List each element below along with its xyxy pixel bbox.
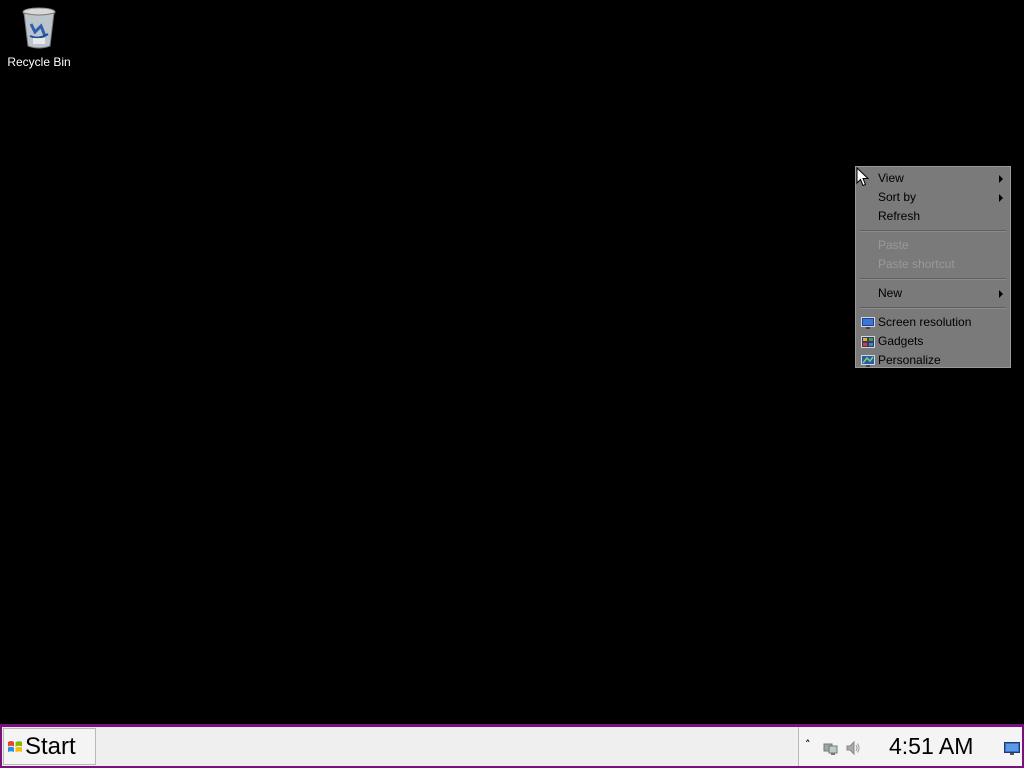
personalize-icon [861, 354, 875, 367]
clock[interactable]: 4:51 AM [889, 733, 973, 760]
menu-item-label: View [878, 171, 904, 185]
show-desktop-icon[interactable] [1004, 741, 1020, 755]
menu-item-label: Sort by [878, 190, 917, 204]
menu-item-label: New [878, 286, 903, 300]
start-button[interactable]: Start [3, 728, 96, 765]
menu-item-label: Refresh [878, 209, 921, 223]
menu-item-personalize[interactable]: Personalize [856, 351, 1010, 370]
submenu-arrow-icon [999, 194, 1003, 202]
desktop-context-menu: View Sort by Refresh Paste Paste shortcu… [855, 166, 1011, 368]
recycle-bin-icon [21, 6, 57, 50]
menu-separator [860, 230, 1006, 232]
taskbar: Start ˄ 4:51 AM [0, 724, 1024, 768]
menu-item-gadgets[interactable]: Gadgets [856, 332, 1010, 351]
start-label: Start [25, 732, 76, 760]
mouse-cursor-icon [856, 166, 870, 187]
submenu-arrow-icon [999, 290, 1003, 298]
menu-item-new[interactable]: New [856, 284, 1010, 303]
menu-item-refresh[interactable]: Refresh [856, 207, 1010, 226]
desktop-icon-recycle-bin[interactable]: Recycle Bin [4, 6, 74, 76]
menu-item-paste-shortcut: Paste shortcut [856, 255, 1010, 274]
network-icon[interactable] [823, 741, 839, 755]
menu-item-label: Screen resolution [878, 315, 972, 329]
menu-item-paste: Paste [856, 236, 1010, 255]
menu-item-label: Gadgets [878, 334, 924, 348]
menu-separator [860, 307, 1006, 309]
show-hidden-icons-icon[interactable]: ˄ [805, 738, 811, 751]
windows-logo-icon [7, 739, 23, 755]
volume-icon[interactable] [845, 740, 861, 756]
submenu-arrow-icon [999, 175, 1003, 183]
gadgets-icon [861, 335, 875, 348]
menu-item-label: Paste [878, 238, 909, 252]
menu-item-screen-resolution[interactable]: Screen resolution [856, 313, 1010, 332]
menu-separator [860, 278, 1006, 280]
menu-item-sort-by[interactable]: Sort by [856, 188, 1010, 207]
menu-item-view[interactable]: View [856, 169, 1010, 188]
taskbar-body: Start ˄ 4:51 AM [2, 727, 1022, 766]
notification-area: ˄ 4:51 AM [798, 727, 1022, 766]
recycle-bin-label: Recycle Bin [7, 55, 71, 69]
menu-item-label: Paste shortcut [878, 257, 955, 271]
menu-item-label: Personalize [878, 353, 941, 367]
screen-resolution-icon [861, 316, 875, 329]
